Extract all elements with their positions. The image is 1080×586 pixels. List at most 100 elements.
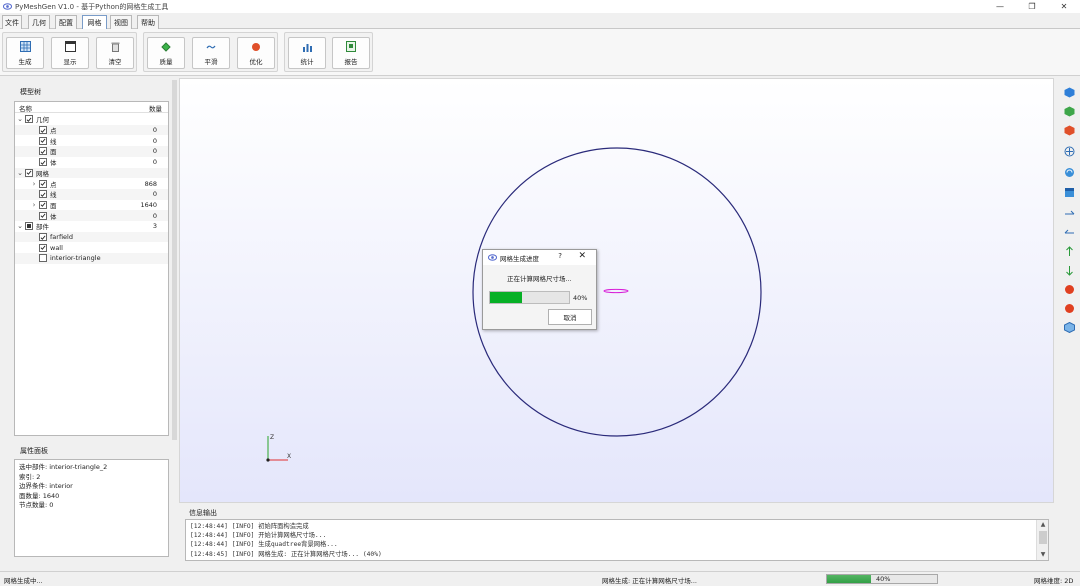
- render-point-button[interactable]: [1063, 283, 1075, 295]
- zoom-fit-button[interactable]: [1063, 145, 1075, 157]
- log-scrollbar[interactable]: ▲ ▼: [1036, 520, 1048, 560]
- status-left: 网格生成中...: [4, 577, 43, 585]
- log-output[interactable]: [12:48:44] [INFO] 初始阵面构造完成 [12:48:44] [I…: [185, 519, 1049, 561]
- tree-item[interactable]: ⌄ 网格: [15, 167, 168, 179]
- maximize-button[interactable]: ❐: [1016, 0, 1048, 13]
- render-wire-button[interactable]: [1063, 321, 1075, 333]
- view-red-cube-button[interactable]: [1063, 124, 1075, 136]
- tab-geometry[interactable]: 几何: [28, 15, 50, 29]
- left-splitter[interactable]: [172, 80, 177, 440]
- chevron-down-icon[interactable]: ⌄: [16, 115, 24, 123]
- status-mesh-dimension: 网格维度: 2D: [1034, 577, 1074, 585]
- property-line: 面数量: 1640: [19, 491, 60, 500]
- cube-green-icon: [1064, 106, 1074, 116]
- tree-checkbox[interactable]: [39, 147, 47, 156]
- clear-button[interactable]: 清空: [96, 37, 134, 69]
- render-surface-button[interactable]: [1063, 302, 1075, 314]
- tree-checkbox[interactable]: [39, 179, 47, 188]
- tree-item-label: 点: [50, 127, 57, 136]
- report-button[interactable]: 报告: [332, 37, 370, 69]
- chevron-right-icon[interactable]: ›: [30, 180, 38, 188]
- log-title: 信息输出: [189, 509, 217, 517]
- tree-checkbox[interactable]: [25, 115, 33, 124]
- toolbar-group-stats: 统计 报告: [284, 32, 373, 72]
- property-line: 索引: 2: [19, 472, 41, 481]
- chevron-right-icon[interactable]: ›: [30, 201, 38, 209]
- tree-checkbox[interactable]: [39, 243, 47, 252]
- view-left-button[interactable]: [1063, 225, 1075, 237]
- dialog-title: 网格生成进度: [500, 254, 539, 263]
- view-green-cube-button[interactable]: [1063, 105, 1075, 117]
- scroll-thumb[interactable]: [1039, 531, 1047, 544]
- tree-checkbox[interactable]: [25, 168, 33, 177]
- help-button[interactable]: ?: [558, 252, 562, 260]
- tree-item[interactable]: ⌄ 部件 3: [15, 221, 168, 232]
- display-button[interactable]: 显示: [51, 37, 89, 69]
- properties-box: 选中部件: interior-triangle_2 索引: 2 边界条件: in…: [14, 459, 169, 557]
- optimize-button[interactable]: 优化: [237, 37, 275, 69]
- tree-item[interactable]: 线0: [15, 135, 168, 146]
- tree-checkbox[interactable]: [39, 136, 47, 145]
- tab-config[interactable]: 配置: [55, 15, 77, 29]
- arrow-left-icon: [1064, 229, 1074, 233]
- red-sphere-icon: [1064, 303, 1074, 313]
- chevron-down-icon[interactable]: ⌄: [16, 169, 24, 177]
- tab-file[interactable]: 文件: [2, 15, 22, 29]
- dialog-close-button[interactable]: ✕: [578, 251, 586, 261]
- app-logo-icon: [488, 254, 497, 261]
- quality-button[interactable]: 质量: [147, 37, 185, 69]
- view-front-button[interactable]: [1063, 186, 1075, 198]
- close-button[interactable]: ✕: [1048, 0, 1080, 13]
- smooth-button[interactable]: 平滑: [192, 37, 230, 69]
- log-line: [12:48:44] [INFO] 开始计算网格尺寸场...: [190, 532, 327, 540]
- tab-mesh[interactable]: 网格: [82, 15, 107, 30]
- tree-item[interactable]: wall: [15, 242, 168, 253]
- status-progress-fill: [827, 575, 871, 583]
- generate-button[interactable]: 生成: [6, 37, 44, 69]
- tree-item[interactable]: › 面 1640: [15, 200, 168, 211]
- cube-blue-icon: [1064, 87, 1074, 97]
- scroll-down-icon[interactable]: ▼: [1037, 550, 1049, 560]
- progress-dialog: 网格生成进度 ? ✕ 正在计算网格尺寸场... 40% 取消: [482, 249, 597, 330]
- tree-item[interactable]: 体0: [15, 157, 168, 168]
- tab-view[interactable]: 视图: [110, 15, 132, 29]
- tree-checkbox[interactable]: [39, 200, 47, 209]
- tree-checkbox[interactable]: [39, 126, 47, 135]
- cancel-button[interactable]: 取消: [548, 309, 592, 325]
- tree-item[interactable]: 点0: [15, 124, 168, 136]
- rotate-view-button[interactable]: [1063, 166, 1075, 178]
- app-logo-icon: [3, 3, 12, 10]
- bar-chart-icon: [302, 43, 312, 52]
- minimize-button[interactable]: —: [984, 0, 1016, 13]
- generate-label: 生成: [18, 57, 32, 66]
- tree-item[interactable]: › 点 868: [15, 178, 168, 189]
- tree-item[interactable]: farfield: [15, 231, 168, 243]
- tree-item[interactable]: ⌄ 几何: [15, 114, 168, 125]
- wall-boundary: [603, 288, 629, 294]
- clear-label: 清空: [108, 57, 122, 66]
- properties-panel: 属性面板 选中部件: interior-triangle_2 索引: 2 边界条…: [8, 442, 170, 560]
- view-top-button[interactable]: [1063, 245, 1075, 257]
- view-iso-button[interactable]: [1063, 86, 1075, 98]
- tab-help[interactable]: 帮助: [137, 15, 159, 29]
- tree-checkbox[interactable]: [39, 233, 47, 242]
- mesh-viewport[interactable]: Z X: [179, 78, 1054, 503]
- tree-checkbox[interactable]: [25, 222, 33, 231]
- tree-item[interactable]: 线0: [15, 188, 168, 200]
- model-tree[interactable]: 名称 数量 ⌄ 几何点 0 线 0 面 0 体 0 ⌄ 网格 › 点 868 线 0 › 面 1640 体 0 ⌄ 部件 3 f…: [14, 101, 169, 436]
- tree-checkbox[interactable]: [39, 211, 47, 220]
- tree-checkbox[interactable]: [39, 254, 47, 263]
- statistics-button[interactable]: 统计: [288, 37, 326, 69]
- tree-checkbox[interactable]: [39, 158, 47, 167]
- tree-item[interactable]: 面0: [15, 146, 168, 157]
- tree-item-count: 868: [144, 179, 157, 188]
- tree-item[interactable]: interior-triangle: [15, 253, 168, 264]
- arrow-up-icon: [1065, 245, 1073, 256]
- tree-checkbox[interactable]: [39, 190, 47, 199]
- chevron-down-icon[interactable]: ⌄: [16, 222, 24, 230]
- property-line: 节点数量: 0: [19, 501, 54, 510]
- scroll-up-icon[interactable]: ▲: [1037, 520, 1049, 530]
- tree-item[interactable]: 体0: [15, 210, 168, 221]
- view-right-button[interactable]: [1063, 206, 1075, 218]
- view-bottom-button[interactable]: [1063, 264, 1075, 276]
